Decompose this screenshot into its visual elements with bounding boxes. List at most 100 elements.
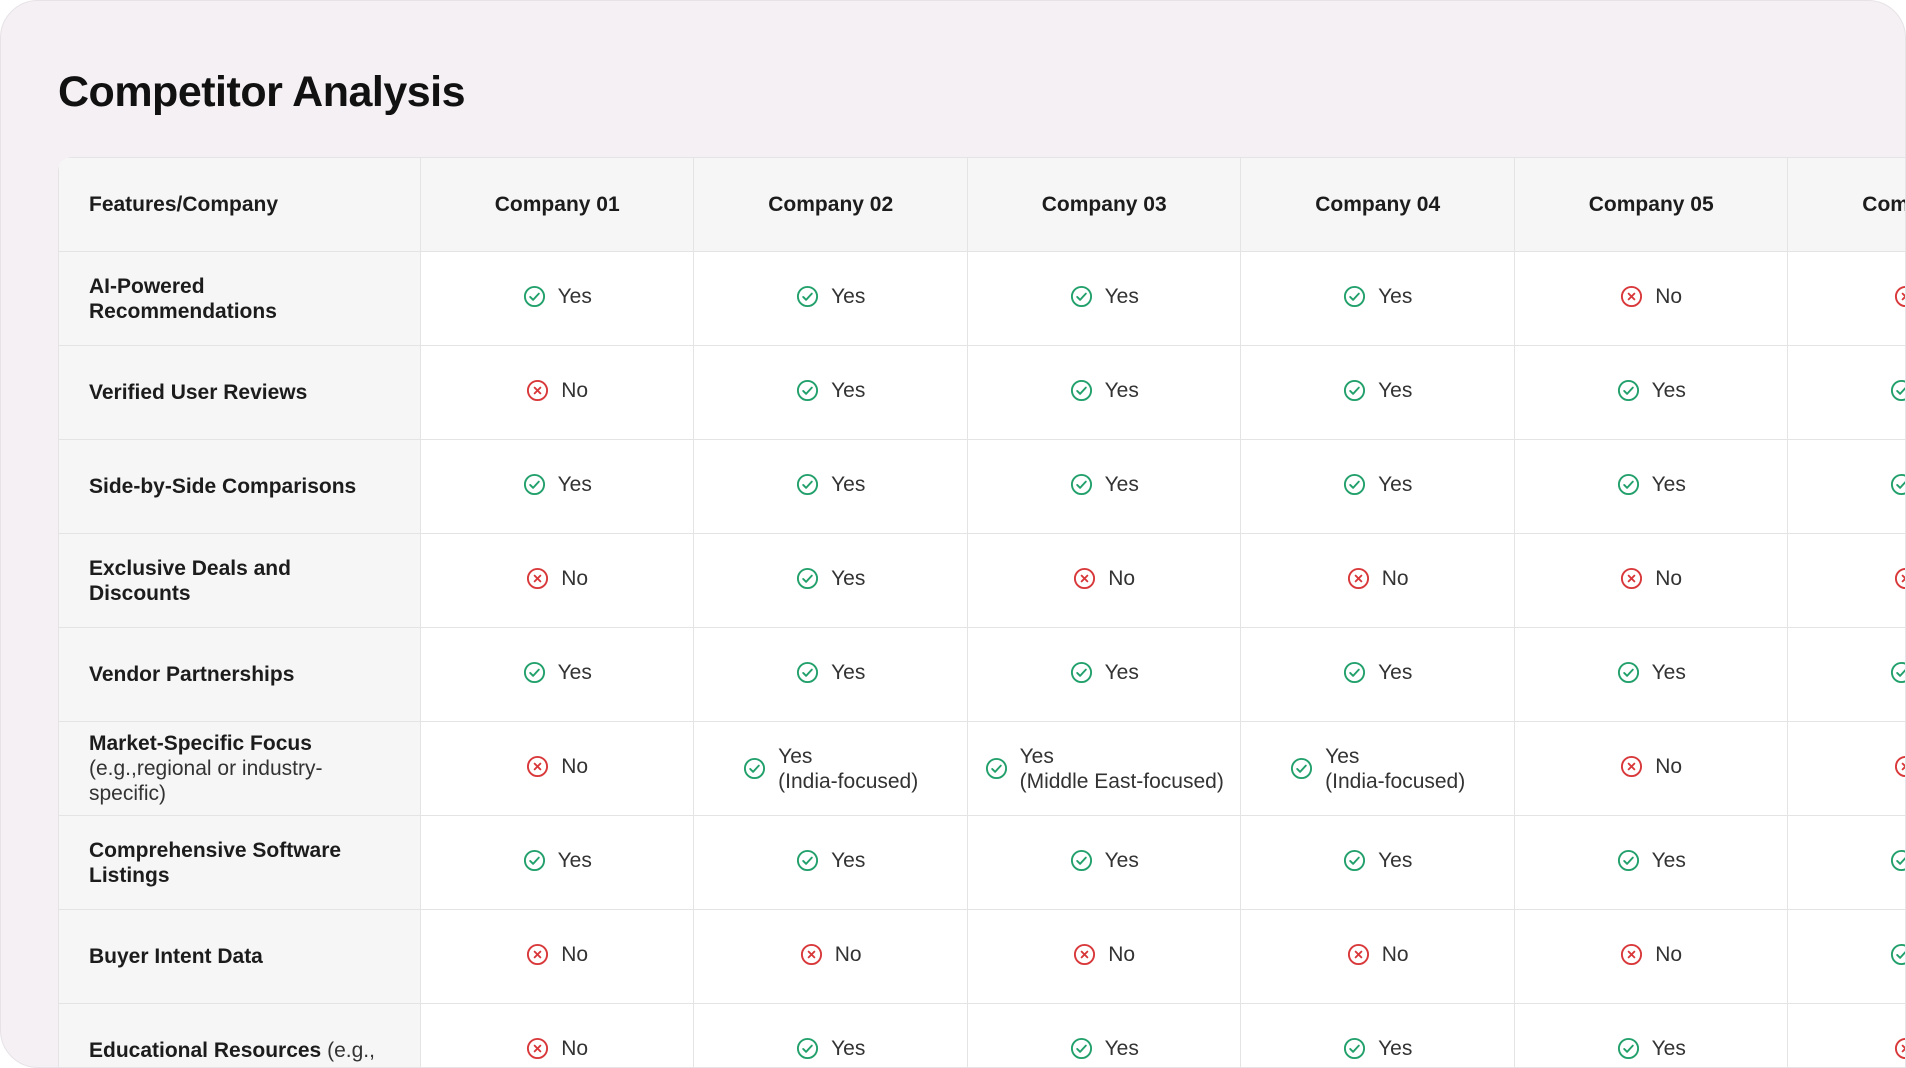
status-yes: Yes (523, 848, 592, 873)
status-label: No (1655, 754, 1683, 778)
check-circle-icon (1070, 379, 1093, 402)
status-text: Yes (831, 848, 865, 873)
comparison-table-container[interactable]: Features/Company Company 01 Company 02 C… (58, 157, 1905, 1067)
status-no: No (1073, 942, 1135, 967)
status-text: Yes (1652, 472, 1686, 497)
check-circle-icon (1070, 285, 1093, 308)
check-circle-icon (1343, 473, 1366, 496)
feature-cell: Verified User Reviews (58, 345, 421, 440)
status-yes: Yes (1617, 848, 1686, 873)
status-no: No (1620, 284, 1682, 309)
status-cell: No (419, 721, 695, 816)
page-title: Competitor Analysis (58, 68, 466, 116)
feature-name: Exclusive Deals and Discounts (89, 556, 291, 605)
status-label: Yes (557, 472, 592, 496)
status-label: Yes (831, 566, 866, 590)
feature-name: Side-by-Side Comparisons (89, 475, 357, 498)
status-text: No (1655, 754, 1682, 779)
status-cell: No (966, 533, 1242, 628)
status-label: Yes (1651, 1036, 1686, 1060)
status-text: Yes (831, 1036, 865, 1061)
feature-name: AI-Powered Recommendations (89, 274, 277, 323)
status-label: Yes (1378, 848, 1413, 872)
status-cell: Yes (1240, 251, 1515, 346)
x-circle-icon (526, 943, 549, 966)
status-label: Yes (831, 284, 866, 308)
status-cell: Yes (1787, 627, 1905, 722)
status-cell: Yes (1513, 439, 1789, 534)
status-yes: Yes (523, 472, 592, 497)
feature-cell: Educational Resources (e.g., (58, 1003, 421, 1067)
status-yes: Yes (1343, 848, 1412, 873)
feature-note: (e.g., (327, 1039, 375, 1062)
status-yes: Yes (1890, 942, 1905, 967)
status-label: No (1381, 942, 1409, 966)
status-label: Yes (1378, 472, 1413, 496)
status-text: Yes (831, 284, 865, 309)
status-cell: Yes (419, 815, 695, 910)
status-text: Yes (1652, 660, 1686, 685)
x-circle-icon (1620, 285, 1643, 308)
check-circle-icon (1070, 1037, 1093, 1060)
status-yes: Yes (Middle East-focused) (985, 744, 1224, 794)
status-text: Yes (1105, 378, 1139, 403)
status-no: No (1620, 942, 1682, 967)
status-text: Yes (558, 472, 592, 497)
status-text: Yes (1652, 378, 1686, 403)
status-yes: Yes (1343, 660, 1412, 685)
status-label: No (1655, 942, 1683, 966)
x-circle-icon (800, 943, 823, 966)
check-circle-icon (1070, 661, 1093, 684)
status-label: Yes (831, 378, 866, 402)
status-text: Yes (558, 284, 592, 309)
status-cell: Yes (693, 251, 968, 346)
status-label: Yes (1651, 848, 1686, 872)
status-no: No (1620, 566, 1682, 591)
status-yes: Yes (1890, 378, 1905, 403)
status-cell: No (419, 909, 695, 1004)
feature-cell: Vendor Partnerships (58, 627, 421, 722)
check-circle-icon (1343, 849, 1366, 872)
status-cell: No (419, 345, 695, 440)
status-yes: Yes (1617, 472, 1686, 497)
feature-name: Educational Resources (89, 1039, 322, 1062)
status-yes: Yes (796, 472, 865, 497)
table-row: Exclusive Deals and Discounts No Yes No No No… (58, 533, 1905, 628)
check-circle-icon (1617, 849, 1640, 872)
status-cell: Yes (1787, 815, 1905, 910)
status-text: Yes (1378, 378, 1412, 403)
status-yes: Yes (796, 566, 865, 591)
table-header-row: Features/Company Company 01 Company 02 C… (58, 157, 1905, 252)
x-circle-icon (1347, 567, 1370, 590)
x-circle-icon (526, 379, 549, 402)
table-row: Market-Specific Focus (e.g.,regional or … (58, 721, 1905, 816)
feature-cell: Side-by-Side Comparisons (58, 439, 421, 534)
status-yes: Yes (796, 1036, 865, 1061)
status-label: Yes (831, 660, 866, 684)
status-detail: (India-focused) (1325, 769, 1466, 793)
status-cell: No (966, 909, 1242, 1004)
status-yes: Yes (1070, 378, 1139, 403)
status-cell: Yes (693, 1003, 968, 1067)
status-yes: Yes (523, 660, 592, 685)
status-label: Yes (1651, 660, 1686, 684)
status-no: No (1347, 566, 1409, 591)
check-circle-icon (796, 285, 819, 308)
status-label: No (561, 566, 589, 590)
column-header-company-06: Company 06 (1787, 157, 1905, 252)
status-label: Yes (1019, 744, 1054, 768)
x-circle-icon (1073, 567, 1096, 590)
status-cell: Yes (1513, 627, 1789, 722)
x-circle-icon (526, 567, 549, 590)
status-cell: No (1513, 533, 1789, 628)
status-text: Yes (1105, 848, 1139, 873)
status-text: Yes (1105, 1036, 1139, 1061)
status-no: No (1894, 1036, 1905, 1061)
status-yes: Yes (1890, 848, 1905, 873)
status-text: Yes (Middle East-focused) (1020, 744, 1224, 794)
status-yes: Yes (796, 660, 865, 685)
status-text: Yes (1105, 660, 1139, 685)
status-cell: Yes (India-focused) (1240, 721, 1515, 816)
status-cell: Yes (693, 345, 968, 440)
status-no: No (526, 378, 588, 403)
